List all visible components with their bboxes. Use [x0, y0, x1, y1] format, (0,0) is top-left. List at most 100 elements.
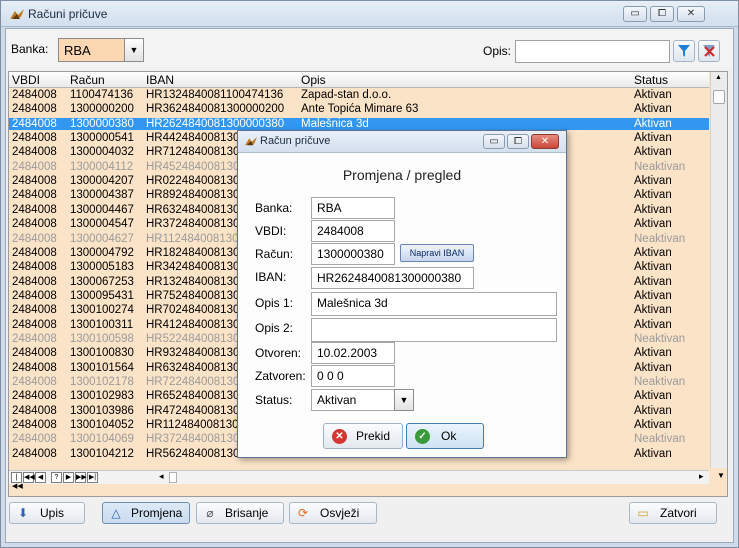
nav-find[interactable]: ? — [51, 472, 62, 483]
nav-prev[interactable]: ◀ — [35, 472, 46, 483]
cell-racun: 1300100830 — [70, 347, 134, 360]
cell-iban: HR702484008130 — [146, 304, 240, 317]
cell-vbdi: 2484008 — [12, 419, 57, 432]
racun-field[interactable]: 1300000380 — [311, 243, 395, 265]
opis-filter-input[interactable] — [515, 40, 670, 63]
cell-racun: 1300101564 — [70, 361, 134, 374]
scroll-down-icon[interactable]: ▼ — [717, 471, 725, 480]
cell-status: Neaktivan — [634, 160, 686, 173]
cell-status: Aktivan — [634, 189, 672, 202]
close-button[interactable]: ✕ — [677, 6, 705, 22]
brisanje-button[interactable]: ⌀ Brisanje — [196, 502, 284, 524]
cell-status: Aktivan — [634, 404, 672, 417]
cell-iban: HR442484008130 — [146, 132, 240, 145]
table-row[interactable]: 2484008 1100474136 HR1324840081100474136 Za… — [9, 89, 709, 101]
cell-status: Neaktivan — [634, 232, 686, 245]
maximize-button[interactable]: ⧠ — [650, 6, 674, 22]
upis-button[interactable]: ⬇ Upis — [9, 502, 85, 524]
cell-racun: 1300000380 — [70, 117, 134, 130]
cancel-icon: ✕ — [332, 429, 347, 444]
opis1-field[interactable]: Malešnica 3d — [311, 292, 557, 316]
cell-status: Aktivan — [634, 318, 672, 331]
record-navigator: |◀◀ ◀◀ ◀ ? ▶ ▶▶ ▶| ◂ ▸ ▼ — [9, 470, 725, 490]
zatvoren-field[interactable]: 0 0 0 — [311, 365, 395, 387]
cell-status: Neaktivan — [634, 433, 686, 446]
otvoren-field[interactable]: 10.02.2003 — [311, 342, 395, 364]
nav-prev-page[interactable]: ◀◀ — [23, 472, 35, 483]
zatvoren-label: Zatvoren: — [255, 369, 306, 383]
cell-vbdi: 2484008 — [12, 132, 57, 145]
brisanje-label: Brisanje — [225, 506, 269, 520]
cell-racun: 1300100598 — [70, 332, 134, 345]
vertical-scrollbar[interactable]: ▲ — [710, 72, 727, 468]
nav-last[interactable]: ▶| — [87, 472, 98, 483]
cell-racun: 1300000200 — [70, 103, 134, 116]
chevron-down-icon[interactable]: ▼ — [394, 389, 414, 411]
scroll-up-icon[interactable]: ▲ — [715, 74, 722, 81]
cell-vbdi: 2484008 — [12, 347, 57, 360]
nav-first-page[interactable]: |◀◀ — [11, 472, 23, 490]
opis2-field[interactable] — [311, 318, 557, 342]
opis-label: Opis: — [483, 44, 512, 58]
scroll-right-icon[interactable]: ▸ — [699, 471, 704, 482]
cell-iban: HR2624840081300000380 — [146, 117, 285, 130]
col-vbdi[interactable]: VBDI — [12, 73, 40, 87]
iban-field[interactable]: HR2624840081300000380 — [311, 267, 474, 289]
cell-iban: HR112484008130 — [146, 419, 239, 432]
cell-iban: HR372484008130 — [146, 218, 240, 231]
dialog-minimize-button[interactable]: ▭ — [483, 134, 505, 149]
dialog-title-bar: Račun pričuve ▭ ⧠ ✕ — [238, 131, 566, 153]
cell-racun: 1300104069 — [70, 433, 134, 446]
chevron-down-icon[interactable]: ▼ — [124, 38, 144, 62]
cell-opis: Zapad-stan d.o.o. — [301, 89, 392, 101]
filter-icon[interactable] — [673, 40, 695, 62]
cell-iban: HR632484008130 — [146, 203, 240, 216]
scroll-left-icon[interactable]: ◂ — [159, 471, 164, 482]
dialog-maximize-button[interactable]: ⧠ — [507, 134, 529, 149]
cell-racun: 1300004207 — [70, 175, 134, 188]
app-icon — [245, 136, 257, 146]
cell-racun: 1300102983 — [70, 390, 134, 403]
cell-opis: Ante Topića Mimare 63 — [301, 103, 419, 116]
cell-status: Neaktivan — [634, 376, 686, 388]
dialog-close-button[interactable]: ✕ — [531, 134, 559, 149]
ok-button[interactable]: ✓ Ok — [406, 423, 484, 449]
grid-header: VBDI Račun IBAN Opis Status — [9, 72, 709, 88]
osvjezi-button[interactable]: ⟳ Osvježi — [289, 502, 377, 524]
osvjezi-label: Osvježi — [320, 506, 360, 520]
napravi-iban-button[interactable]: Napravi IBAN — [400, 244, 474, 262]
promjena-button[interactable]: △ Promjena — [102, 502, 190, 524]
col-status[interactable]: Status — [634, 73, 668, 87]
cell-racun: 1300067253 — [70, 275, 134, 288]
bank-select-value: RBA — [64, 43, 91, 58]
nav-next-page[interactable]: ▶▶ — [75, 472, 87, 483]
minimize-button[interactable]: ▭ — [623, 6, 647, 22]
clear-filter-icon[interactable] — [698, 40, 720, 62]
cell-iban: HR752484008130 — [146, 289, 240, 302]
title-bar: Računi pričuve ▭ ⧠ ✕ — [1, 1, 738, 27]
banka-field[interactable]: RBA — [311, 197, 395, 219]
table-row[interactable]: 2484008 1300000380 HR2624840081300000380 Ma… — [9, 117, 709, 130]
col-opis[interactable]: Opis — [301, 73, 326, 87]
cell-vbdi: 2484008 — [12, 433, 57, 446]
col-racun[interactable]: Račun — [70, 73, 105, 87]
cell-racun: 1300004387 — [70, 189, 134, 202]
zatvori-label: Zatvori — [660, 506, 697, 520]
vbdi-field[interactable]: 2484008 — [311, 220, 395, 242]
cell-status: Aktivan — [634, 132, 672, 145]
cell-status: Aktivan — [634, 103, 672, 116]
nav-next[interactable]: ▶ — [63, 472, 74, 483]
bank-select[interactable]: RBA ▼ — [58, 38, 144, 62]
zatvori-button[interactable]: ▭ Zatvori — [629, 502, 717, 524]
status-select[interactable]: Aktivan ▼ — [311, 389, 414, 411]
bank-label: Banka: — [11, 42, 49, 56]
prekid-button[interactable]: ✕ Prekid — [323, 423, 403, 449]
cell-vbdi: 2484008 — [12, 160, 57, 173]
hscroll-thumb[interactable] — [169, 472, 177, 483]
cell-status: Aktivan — [634, 361, 672, 374]
cell-iban: HR342484008130 — [146, 261, 240, 274]
col-iban[interactable]: IBAN — [146, 73, 174, 87]
table-row[interactable]: 2484008 1300000200 HR3624840081300000200 An… — [9, 103, 709, 115]
opis1-label: Opis 1: — [255, 296, 294, 310]
scroll-thumb[interactable] — [713, 90, 725, 104]
